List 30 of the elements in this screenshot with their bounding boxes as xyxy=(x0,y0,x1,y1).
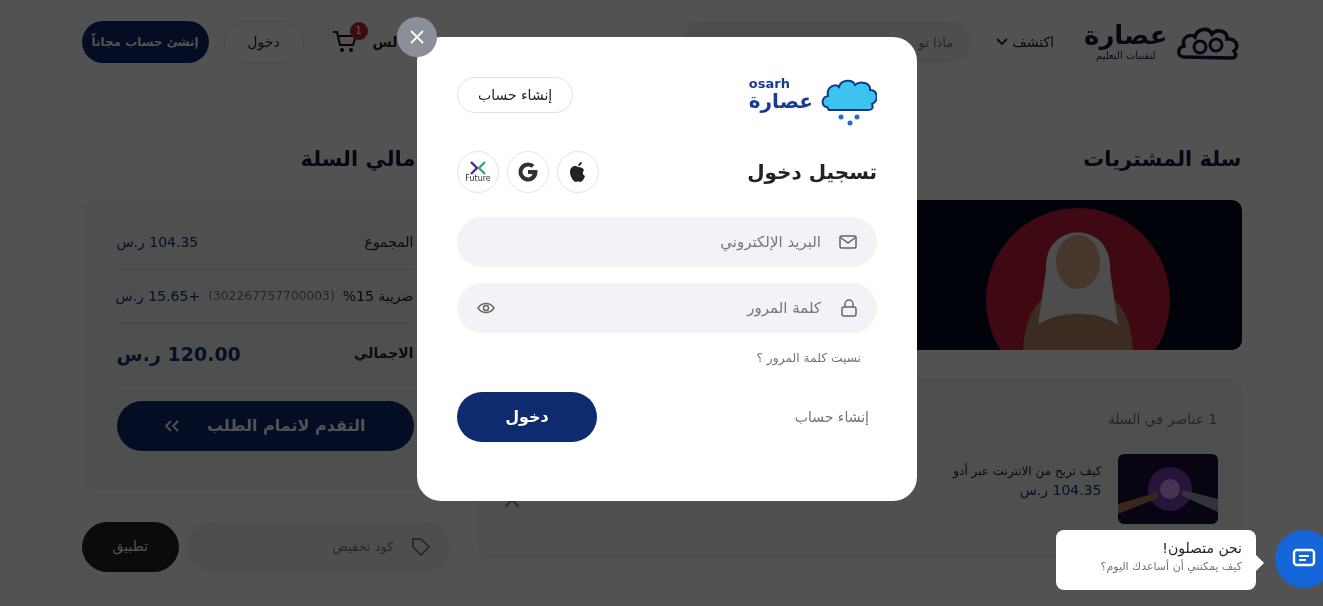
logo-caption: Future xyxy=(465,175,491,183)
password-field[interactable]: كلمة المرور xyxy=(457,283,877,333)
signup-link[interactable]: إنشاء حساب xyxy=(794,406,869,428)
checkout-button[interactable]: التقدم لاتمام الطلب xyxy=(116,401,414,451)
logo-text: osarh xyxy=(748,77,790,90)
item-price: 104.35 ر.س xyxy=(1019,480,1102,501)
cart-count-badge: 1 xyxy=(349,22,368,40)
logo-text: عصارة xyxy=(748,90,813,112)
summary-value: 104.35 ر.س xyxy=(116,232,199,253)
summary-label: المجموع xyxy=(364,232,414,253)
nav-link[interactable]: لس xyxy=(372,31,398,53)
dialog-title: تسجيل دخول xyxy=(747,159,877,186)
signup-button[interactable]: إنشئ حساب مجاناً xyxy=(81,21,209,63)
nav-dropdown[interactable]: اكتشف xyxy=(996,31,1055,53)
login-button[interactable]: دخول xyxy=(457,392,597,442)
summary-value: +15.65 ر.س xyxy=(115,286,201,307)
section-title: مالي السلة xyxy=(300,146,416,173)
chat-subtitle: كيف يمكنني أن أساعدك اليوم؟ xyxy=(1099,559,1242,575)
chat-title: نحن متصلون! xyxy=(1161,539,1242,559)
email-field[interactable]: البريد الإلكتروني xyxy=(457,217,877,267)
item-title: كيف تربح من الانترنت عبر أدو xyxy=(953,462,1102,480)
future-sign-in-button[interactable]: Future xyxy=(457,151,499,193)
apply-button[interactable]: تطبيق xyxy=(81,521,180,572)
forgot-password-link[interactable]: نسيت كلمة المرور ؟ xyxy=(756,349,861,368)
page-title: سلة المشتريات xyxy=(1083,146,1242,173)
summary-label: ضريبة 15% xyxy=(342,286,414,307)
signup-button[interactable]: إنشاء حساب xyxy=(457,77,574,113)
login-button[interactable]: دخول xyxy=(223,21,304,63)
summary-label: الاجمالي xyxy=(354,344,414,364)
summary-value: 120.00 ر.س xyxy=(116,341,241,368)
